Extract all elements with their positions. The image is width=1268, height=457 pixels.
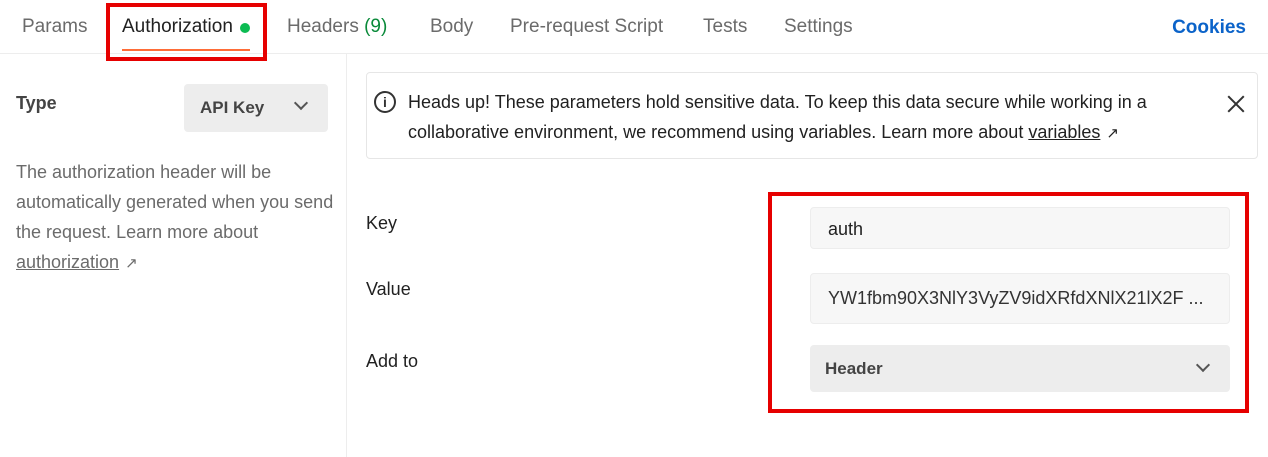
tab-settings[interactable]: Settings	[784, 16, 853, 38]
tab-body[interactable]: Body	[430, 16, 473, 38]
auth-type-value: API Key	[200, 98, 265, 117]
notice-text: Heads up! These parameters hold sensitiv…	[408, 87, 1218, 149]
auth-type-panel: Type API Key The authorization header wi…	[0, 54, 347, 457]
chevron-down-icon	[293, 95, 309, 111]
annotation-highlight-tab	[106, 3, 267, 61]
annotation-highlight-form	[768, 192, 1249, 413]
close-icon[interactable]	[1225, 93, 1247, 115]
auth-description-text: The authorization header will be automat…	[16, 162, 334, 242]
tab-params[interactable]: Params	[22, 16, 87, 38]
tab-headers[interactable]: Headers (9)	[287, 16, 387, 38]
key-label: Key	[366, 213, 398, 233]
cookies-link[interactable]: Cookies	[1172, 17, 1246, 39]
add-to-label: Add to	[366, 351, 419, 371]
variables-docs-link[interactable]: variables	[1028, 122, 1100, 142]
type-label: Type	[16, 93, 57, 113]
sensitive-data-notice: i Heads up! These parameters hold sensit…	[366, 72, 1258, 159]
external-link-icon: ↗	[1106, 125, 1119, 142]
tab-headers-label: Headers	[287, 16, 359, 37]
auth-type-dropdown[interactable]: API Key	[184, 84, 328, 132]
info-icon: i	[374, 91, 396, 113]
value-label: Value	[366, 279, 411, 299]
headers-count-badge: (9)	[364, 16, 388, 37]
tab-tests[interactable]: Tests	[703, 16, 747, 38]
auth-description: The authorization header will be automat…	[16, 157, 334, 279]
authorization-docs-link[interactable]: authorization	[16, 252, 119, 272]
tab-prerequest-script[interactable]: Pre-request Script	[510, 16, 663, 38]
external-link-icon: ↗	[125, 255, 138, 272]
